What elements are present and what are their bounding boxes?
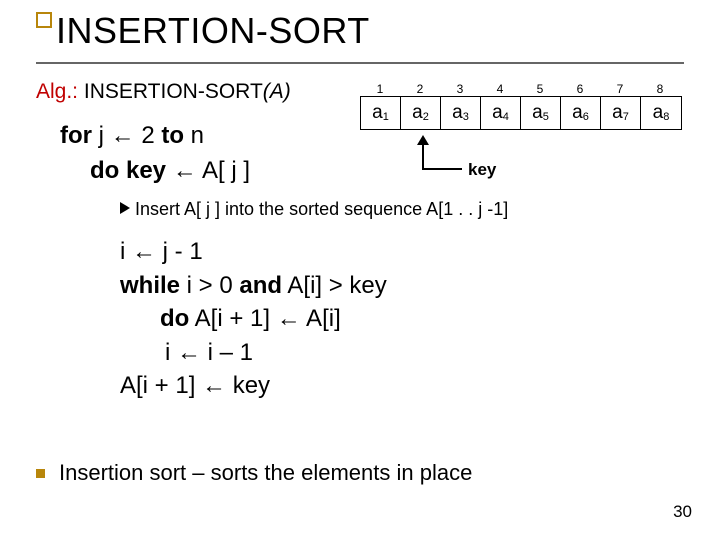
code-line-do-key: do key ← A[ j ] xyxy=(90,155,250,187)
kw-while: while xyxy=(120,272,180,299)
code-line-i-dec: i ← i – 1 xyxy=(60,336,387,370)
array-index: 4 xyxy=(480,82,520,96)
page-number: 30 xyxy=(673,502,692,522)
code-line-assign-key: A[i + 1] ← key xyxy=(60,369,387,403)
title-accent-square xyxy=(36,12,52,28)
algorithm-signature: Alg.: INSERTION-SORT(A) xyxy=(36,80,291,104)
array-index: 5 xyxy=(520,82,560,96)
triangle-icon xyxy=(120,202,130,214)
array-cell: a1 xyxy=(361,97,401,129)
array-diagram: 1 2 3 4 5 6 7 8 a1 a2 a3 a4 a5 a6 a7 a8 xyxy=(360,82,682,130)
array-index-row: 1 2 3 4 5 6 7 8 xyxy=(360,82,682,96)
comment-text: Insert A[ j ] into the sorted sequence A… xyxy=(135,199,508,219)
kw-and: and xyxy=(239,272,282,299)
title-underline xyxy=(36,62,684,64)
bullet-icon xyxy=(36,469,45,478)
code-frag: A[i + 1] ← A[i] xyxy=(189,305,340,332)
code-frag: ← A[ j ] xyxy=(166,157,250,184)
kw-do-key: do key xyxy=(90,157,166,184)
kw-to: to xyxy=(161,122,184,149)
array-cell: a8 xyxy=(641,97,681,129)
code-frag: j ← 2 xyxy=(92,122,161,149)
array-index: 7 xyxy=(600,82,640,96)
code-block-inner: i ← j - 1 while i > 0 and A[i] > key do … xyxy=(60,235,387,403)
alg-name: INSERTION-SORT xyxy=(84,80,263,103)
code-line-do-shift: do A[i + 1] ← A[i] xyxy=(60,302,387,336)
array-cell: a6 xyxy=(561,97,601,129)
code-frag: i > 0 xyxy=(180,272,239,299)
code-line-while: while i > 0 and A[i] > key xyxy=(60,269,387,303)
kw-for: for xyxy=(60,122,92,149)
array-index: 1 xyxy=(360,82,400,96)
array-index: 6 xyxy=(560,82,600,96)
array-cells-row: a1 a2 a3 a4 a5 a6 a7 a8 xyxy=(360,96,682,130)
array-cell: a2 xyxy=(401,97,441,129)
code-frag: A[i] > key xyxy=(282,272,387,299)
array-cell: a7 xyxy=(601,97,641,129)
key-label: key xyxy=(468,160,496,180)
array-cell: a5 xyxy=(521,97,561,129)
array-cell: a4 xyxy=(481,97,521,129)
slide: INSERTION-SORT Alg.: INSERTION-SORT(A) f… xyxy=(0,0,720,540)
pseudocode-comment: Insert A[ j ] into the sorted sequence A… xyxy=(120,199,508,220)
array-cell: a3 xyxy=(441,97,481,129)
arrow-horizontal xyxy=(422,168,462,170)
slide-title: INSERTION-SORT xyxy=(56,10,370,52)
array-index: 2 xyxy=(400,82,440,96)
footer-text: Insertion sort – sorts the elements in p… xyxy=(59,460,472,485)
arrow-vertical xyxy=(422,145,424,170)
code-line-i-init: i ← j - 1 xyxy=(60,235,387,269)
code-frag: n xyxy=(184,122,204,149)
kw-do: do xyxy=(160,305,189,332)
array-index: 8 xyxy=(640,82,680,96)
alg-arg: (A) xyxy=(263,80,291,103)
alg-prefix: Alg.: xyxy=(36,80,78,103)
code-line-for: for j ← 2 to n xyxy=(60,120,204,152)
arrow-head-icon xyxy=(417,135,429,145)
footer-note: Insertion sort – sorts the elements in p… xyxy=(36,460,472,486)
array-index: 3 xyxy=(440,82,480,96)
